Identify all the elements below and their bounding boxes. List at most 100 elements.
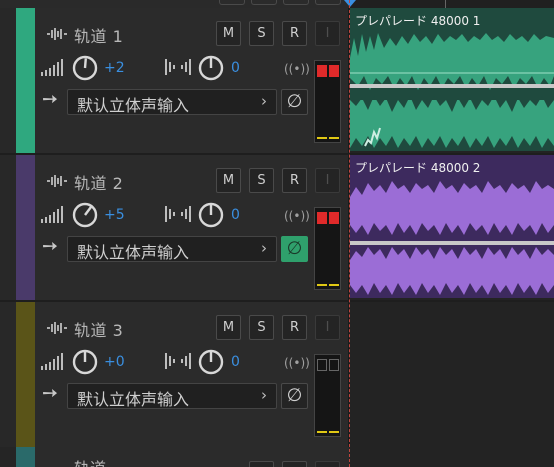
volume-knob[interactable] xyxy=(72,349,98,375)
timeline-ruler[interactable] xyxy=(350,0,554,8)
waveform-icon xyxy=(47,28,67,40)
meter-level-right xyxy=(329,137,339,139)
track-color-stripe xyxy=(16,8,35,153)
volume-value[interactable]: +0 xyxy=(104,354,125,370)
pan-icon xyxy=(165,206,191,222)
clip-title: プレパレード 48000 2 xyxy=(355,161,481,175)
ruler-tick xyxy=(445,0,446,8)
clip-indicator-left xyxy=(317,65,327,77)
monitor-button[interactable]: ∅ xyxy=(281,236,308,262)
input-arrow-icon: ➙ xyxy=(42,382,58,404)
pan-icon xyxy=(165,59,191,75)
input-select[interactable]: 默认立体声输入 › xyxy=(67,89,277,115)
chevron-right-icon: › xyxy=(261,92,267,110)
broadcast-icon[interactable]: ((•)) xyxy=(284,356,310,370)
solo-button[interactable] xyxy=(282,461,307,467)
input-monitor-button[interactable]: I xyxy=(315,315,340,340)
mute-button[interactable] xyxy=(249,461,274,467)
playhead-marker-icon[interactable] xyxy=(344,0,356,8)
toolbar-button[interactable] xyxy=(219,0,245,5)
mute-button[interactable]: M xyxy=(216,168,241,193)
playhead-line[interactable] xyxy=(349,0,350,467)
input-monitor-button[interactable]: I xyxy=(315,21,340,46)
clip-indicator-right xyxy=(329,359,339,371)
record-arm-button[interactable]: R xyxy=(282,315,307,340)
pan-knob[interactable] xyxy=(198,202,224,228)
track-name[interactable]: 轨道 1 xyxy=(74,23,123,47)
track-header-4[interactable]: 轨道 xyxy=(0,447,554,467)
volume-knob[interactable] xyxy=(72,202,98,228)
top-strip xyxy=(0,0,554,8)
solo-button[interactable]: S xyxy=(249,168,274,193)
clip-indicator-left xyxy=(317,212,327,224)
clip-lane[interactable]: プレパレード 48000 2 xyxy=(350,155,554,300)
input-monitor-button[interactable]: I xyxy=(315,168,340,193)
input-arrow-icon: ➙ xyxy=(42,235,58,257)
waveform-icon xyxy=(47,175,67,187)
level-meter xyxy=(314,60,341,143)
track-name[interactable]: 轨道 xyxy=(74,461,106,467)
input-arrow-icon: ➙ xyxy=(42,88,58,110)
track-color-stripe xyxy=(16,447,35,467)
audio-clip[interactable]: プレパレード 48000 1 xyxy=(350,8,554,151)
input-select[interactable]: 默认立体声输入 › xyxy=(67,236,277,262)
track-name[interactable]: 轨道 3 xyxy=(74,317,123,341)
meter-level-left xyxy=(317,284,327,286)
broadcast-icon[interactable]: ((•)) xyxy=(284,209,310,223)
pan-knob[interactable] xyxy=(198,349,224,375)
meter-level-right xyxy=(329,284,339,286)
track-header-3[interactable]: 轨道 3 M S R I +0 0 ((•)) ➙ 默认立体声输入 › ∅ xyxy=(0,302,349,447)
chevron-right-icon: › xyxy=(261,386,267,404)
clip-lane[interactable] xyxy=(350,447,554,467)
track-name[interactable]: 轨道 2 xyxy=(74,170,123,194)
toolbar-button[interactable] xyxy=(315,0,341,5)
broadcast-icon[interactable]: ((•)) xyxy=(284,62,310,76)
record-arm-button[interactable] xyxy=(315,461,340,467)
solo-button[interactable]: S xyxy=(249,21,274,46)
waveform-display xyxy=(350,175,554,298)
pan-value[interactable]: 0 xyxy=(231,354,240,370)
clip-indicator-right xyxy=(329,65,339,77)
pan-value[interactable]: 0 xyxy=(231,60,240,76)
meter-level-left xyxy=(317,431,327,433)
pan-value[interactable]: 0 xyxy=(231,207,240,223)
monitor-button[interactable]: ∅ xyxy=(281,383,308,409)
clip-indicator-left xyxy=(317,359,327,371)
waveform-display xyxy=(350,28,554,151)
mute-button[interactable]: M xyxy=(216,21,241,46)
track-color-stripe xyxy=(16,302,35,447)
track-header-2[interactable]: 轨道 2 M S R I +5 0 ((•)) ➙ 默认立体声输入 › ∅ xyxy=(0,155,349,300)
volume-value[interactable]: +5 xyxy=(104,207,125,223)
chevron-right-icon: › xyxy=(261,239,267,257)
volume-value[interactable]: +2 xyxy=(104,60,125,76)
mute-button[interactable]: M xyxy=(216,315,241,340)
meter-level-right xyxy=(329,431,339,433)
track-color-stripe xyxy=(16,155,35,300)
volume-icon xyxy=(41,59,63,76)
toolbar-button[interactable] xyxy=(283,0,309,5)
input-select-label: 默认立体声输入 xyxy=(77,96,190,115)
level-meter xyxy=(314,354,341,437)
volume-icon xyxy=(41,353,63,370)
clip-title: プレパレード 48000 1 xyxy=(355,14,481,28)
volume-icon xyxy=(41,206,63,223)
toolbar-button[interactable] xyxy=(251,0,277,5)
input-select[interactable]: 默认立体声输入 › xyxy=(67,383,277,409)
clip-lane[interactable]: プレパレード 48000 1 xyxy=(350,8,554,153)
input-select-label: 默认立体声输入 xyxy=(77,390,190,409)
clip-indicator-right xyxy=(329,212,339,224)
clip-lane[interactable] xyxy=(350,302,554,447)
record-arm-button[interactable]: R xyxy=(282,168,307,193)
pan-icon xyxy=(165,353,191,369)
track-header-1[interactable]: 轨道 1 M S R I +2 0 ((•)) ➙ 默认立体声输入 › ∅ xyxy=(0,8,349,153)
audio-clip[interactable]: プレパレード 48000 2 xyxy=(350,155,554,298)
level-meter xyxy=(314,207,341,290)
pan-knob[interactable] xyxy=(198,55,224,81)
volume-knob[interactable] xyxy=(72,55,98,81)
record-arm-button[interactable]: R xyxy=(282,21,307,46)
waveform-icon xyxy=(47,322,67,334)
solo-button[interactable]: S xyxy=(249,315,274,340)
meter-level-left xyxy=(317,137,327,139)
input-select-label: 默认立体声输入 xyxy=(77,243,190,262)
monitor-button[interactable]: ∅ xyxy=(281,89,308,115)
